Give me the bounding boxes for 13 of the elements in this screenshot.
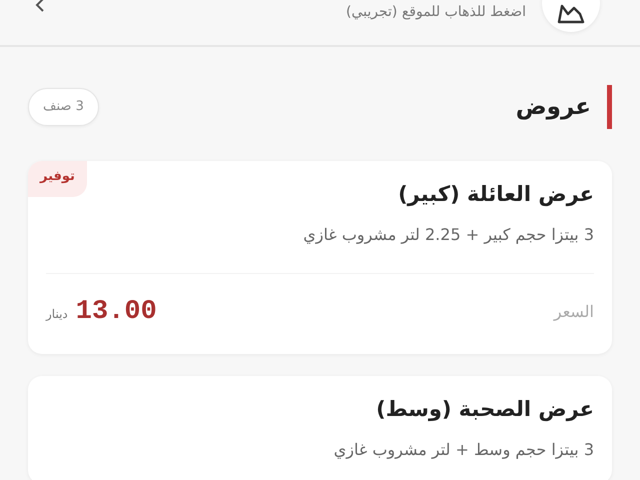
offer-card[interactable]: عرض الصحبة (وسط) 3 بيتزا حجم وسط + لتر مشروب غازي <box>28 376 612 480</box>
offer-title: عرض العائلة (كبير) <box>397 181 594 208</box>
price-label: السعر <box>554 300 594 323</box>
price-value: 13.00 <box>76 296 157 328</box>
item-count: 3 صنف <box>28 88 99 126</box>
section-title: عروض <box>516 92 591 122</box>
offer-badge: توفير <box>28 161 87 196</box>
currency-label: دينار <box>46 306 68 322</box>
offer-title: عرض الصحبة (وسط) <box>375 396 594 424</box>
offer-description: 3 بيتزا حجم كبير + 2.25 لتر مشروب غازي <box>302 224 594 246</box>
offer-description: 3 بيتزا حجم وسط + لتر مشروب غازي <box>332 438 594 461</box>
header-subtitle[interactable]: اضغط للذهاب للموقع (تجريبي) <box>346 2 526 23</box>
accent-bar <box>607 85 612 129</box>
